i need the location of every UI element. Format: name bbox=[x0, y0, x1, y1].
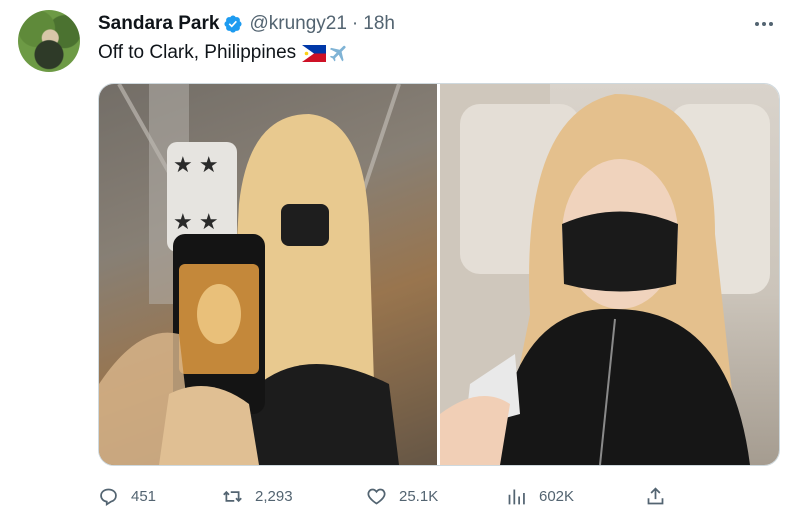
reply-icon bbox=[100, 488, 117, 506]
share-button[interactable] bbox=[645, 482, 678, 510]
separator-dot: · bbox=[351, 13, 359, 34]
svg-text:★ ★: ★ ★ bbox=[173, 152, 219, 177]
share-icon bbox=[647, 486, 664, 504]
tweet-actions: 451 2,293 25.1K 602K bbox=[98, 482, 778, 510]
tweet-header: Sandara Park @krungy21 · 18h bbox=[98, 12, 395, 36]
photo-1-illustration: ★ ★ ★ ★ bbox=[99, 84, 437, 465]
tweet-photo-2[interactable] bbox=[440, 84, 779, 465]
like-count: 25.1K bbox=[399, 487, 439, 505]
avatar[interactable] bbox=[18, 10, 80, 72]
tweet-text: Off to Clark, Philippines bbox=[98, 42, 350, 64]
philippines-flag-icon bbox=[302, 44, 327, 62]
author-handle[interactable]: @krungy21 bbox=[249, 13, 346, 35]
airplane-icon bbox=[330, 45, 346, 62]
tweet-photo-1[interactable]: ★ ★ ★ ★ bbox=[99, 84, 437, 465]
views-count: 602K bbox=[539, 487, 575, 505]
timestamp[interactable]: 18h bbox=[363, 13, 395, 35]
verified-badge-icon bbox=[224, 15, 243, 33]
views-icon bbox=[508, 489, 525, 504]
author-name[interactable]: Sandara Park bbox=[98, 13, 219, 35]
like-button[interactable]: 25.1K bbox=[366, 482, 438, 510]
more-icon[interactable] bbox=[752, 12, 776, 36]
svg-text:★ ★: ★ ★ bbox=[173, 209, 219, 234]
views-button[interactable]: 602K bbox=[506, 482, 574, 510]
reply-count: 451 bbox=[131, 487, 157, 505]
like-icon bbox=[367, 488, 386, 505]
retweet-count: 2,293 bbox=[255, 487, 293, 505]
tweet-text-content: Off to Clark, Philippines bbox=[98, 42, 297, 63]
reply-button[interactable]: 451 bbox=[98, 482, 156, 510]
photo-2-illustration bbox=[440, 84, 770, 465]
tweet-media[interactable]: ★ ★ ★ ★ bbox=[98, 83, 780, 466]
retweet-icon bbox=[223, 490, 242, 502]
retweet-button[interactable]: 2,293 bbox=[222, 482, 293, 510]
